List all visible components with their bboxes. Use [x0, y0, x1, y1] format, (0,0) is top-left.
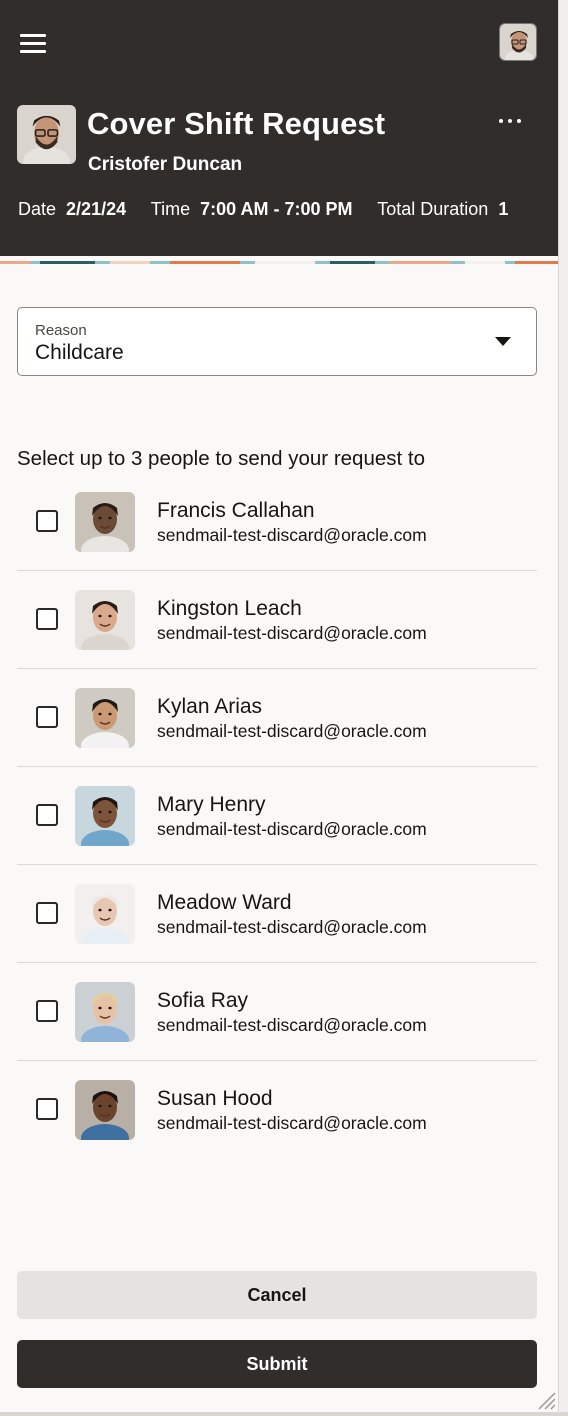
- person-avatar: [75, 492, 135, 552]
- person-email: sendmail-test-discard@oracle.com: [157, 819, 427, 839]
- hamburger-menu-icon[interactable]: [18, 30, 48, 56]
- submit-button[interactable]: Submit: [17, 1340, 537, 1388]
- employee-avatar: [17, 105, 76, 164]
- person-checkbox[interactable]: [36, 804, 58, 826]
- more-options-icon[interactable]: [494, 108, 528, 134]
- person-email: sendmail-test-discard@oracle.com: [157, 1113, 427, 1133]
- person-row[interactable]: Meadow Ward sendmail-test-discard@oracle.…: [17, 865, 537, 963]
- person-email: sendmail-test-discard@oracle.com: [157, 623, 427, 643]
- window-edge-bottom: [0, 1412, 568, 1416]
- person-name: Meadow Ward: [157, 891, 292, 914]
- duration-value: 1: [498, 199, 509, 219]
- person-name: Sofia Ray: [157, 989, 249, 1012]
- duration-label: Total Duration: [377, 199, 489, 219]
- person-row[interactable]: Mary Henry sendmail-test-discard@oracle.c…: [17, 767, 537, 865]
- reason-select[interactable]: Reason Childcare: [17, 307, 537, 376]
- employee-name: Cristofer Duncan: [88, 154, 243, 175]
- person-checkbox[interactable]: [36, 902, 58, 924]
- person-name: Susan Hood: [157, 1087, 273, 1110]
- person-checkbox[interactable]: [36, 608, 58, 630]
- person-avatar: [75, 982, 135, 1042]
- select-people-instruction: Select up to 3 people to send your reque…: [17, 447, 425, 470]
- person-name: Mary Henry: [157, 793, 266, 816]
- person-email: sendmail-test-discard@oracle.com: [157, 1015, 427, 1035]
- resize-grip-icon[interactable]: [534, 1388, 556, 1410]
- page-title: Cover Shift Request: [87, 106, 386, 141]
- person-avatar: [75, 786, 135, 846]
- person-row[interactable]: Sofia Ray sendmail-test-discard@oracle.co…: [17, 963, 537, 1061]
- window-edge: [558, 0, 568, 1416]
- reason-label: Reason: [35, 322, 87, 339]
- date-label: Date: [18, 199, 57, 219]
- person-email: sendmail-test-discard@oracle.com: [157, 525, 427, 545]
- date-value: 2/21/24: [66, 199, 127, 219]
- shift-meta: Date 2/21/24 Time 7:00 AM - 7:00 PM Tota…: [18, 199, 508, 220]
- person-row[interactable]: Francis Callahan sendmail-test-discard@or…: [17, 473, 537, 571]
- time-value: 7:00 AM - 7:00 PM: [200, 199, 353, 219]
- person-checkbox[interactable]: [36, 1000, 58, 1022]
- person-checkbox[interactable]: [36, 1098, 58, 1120]
- person-email: sendmail-test-discard@oracle.com: [157, 721, 427, 741]
- people-list: Francis Callahan sendmail-test-discard@or…: [17, 473, 537, 1159]
- reason-value: Childcare: [35, 341, 124, 364]
- person-avatar: [75, 884, 135, 944]
- header-banner-image: [0, 256, 558, 264]
- person-row[interactable]: Susan Hood sendmail-test-discard@oracle.c…: [17, 1061, 537, 1159]
- person-checkbox[interactable]: [36, 510, 58, 532]
- chevron-down-icon[interactable]: [495, 337, 511, 346]
- person-checkbox[interactable]: [36, 706, 58, 728]
- cancel-button[interactable]: Cancel: [17, 1271, 537, 1319]
- person-avatar: [75, 688, 135, 748]
- person-email: sendmail-test-discard@oracle.com: [157, 917, 427, 937]
- page-header: Cover Shift Request Cristofer Duncan Dat…: [0, 0, 558, 256]
- person-name: Francis Callahan: [157, 499, 315, 522]
- person-name: Kylan Arias: [157, 695, 263, 718]
- app-frame: Cover Shift Request Cristofer Duncan Dat…: [0, 0, 558, 1412]
- person-row[interactable]: Kylan Arias sendmail-test-discard@oracle.…: [17, 669, 537, 767]
- person-avatar: [75, 1080, 135, 1140]
- person-avatar: [75, 590, 135, 650]
- user-avatar[interactable]: [499, 23, 537, 61]
- person-name: Kingston Leach: [157, 597, 302, 620]
- time-label: Time: [150, 199, 191, 219]
- person-row[interactable]: Kingston Leach sendmail-test-discard@orac…: [17, 571, 537, 669]
